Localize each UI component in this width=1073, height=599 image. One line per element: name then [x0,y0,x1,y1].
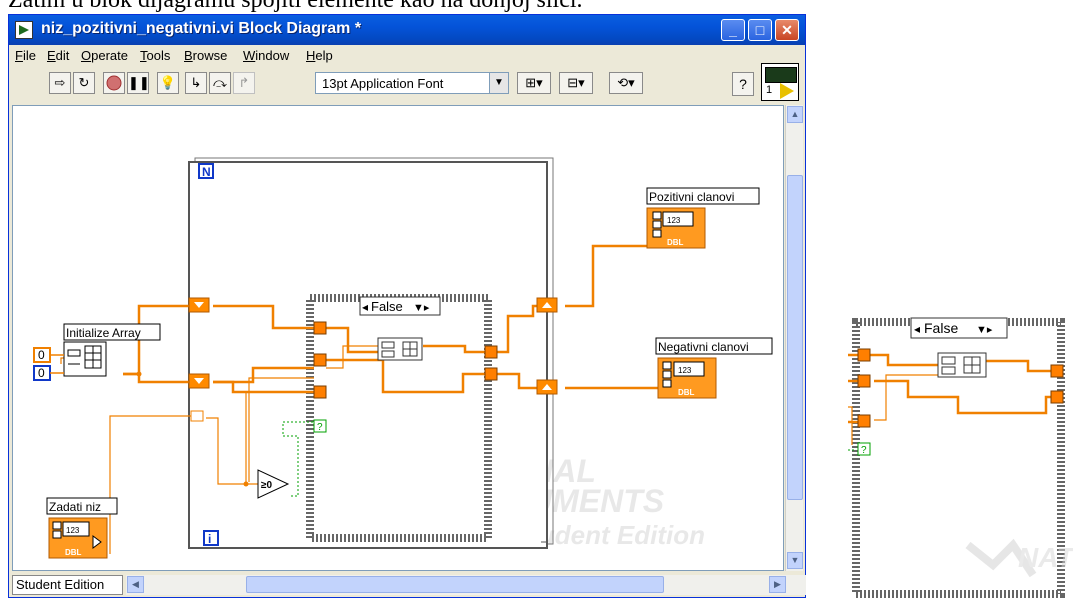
diagram-svg: NATIONAL INSTRUMENTS LabVIEW Student Edi… [33,157,773,559]
svg-text:123: 123 [678,366,692,375]
run-arrow-icon[interactable]: ⇨ [49,72,71,94]
svg-text:0: 0 [38,366,45,380]
svg-text:?: ? [317,422,323,433]
vertical-scroll-thumb[interactable] [787,175,803,500]
toolbar: ⇨ ↻ ❚❚ 💡 ↳ ⤼ ↱ 13pt Application Font ▼ ⊞… [9,67,754,101]
labview-vi-icon[interactable] [15,21,33,39]
vi-connector-icon[interactable]: 1 [761,63,799,101]
case-selector-label: False [371,299,403,314]
svg-text:123: 123 [667,216,681,225]
scroll-right-icon[interactable]: ▶ [769,576,786,593]
build-array-node[interactable] [377,337,423,361]
vertical-scrollbar[interactable]: ▲ ▼ [785,105,803,571]
zadati-niz-control[interactable]: Zadati niz 123 DBL [46,497,118,559]
scroll-up-icon[interactable]: ▲ [787,106,803,123]
step-out-icon[interactable]: ↱ [233,72,255,94]
step-over-icon[interactable]: ⤼ [209,72,231,94]
svg-text:?: ? [861,445,867,456]
size-constant[interactable]: 0 [33,365,51,381]
status-edition-label: Student Edition [12,575,123,595]
indexing-tunnel[interactable] [190,410,204,422]
horizontal-scrollbar[interactable]: ◀ ▶ [126,575,806,595]
svg-text:Pozitivni clanovi: Pozitivni clanovi [649,190,734,204]
scroll-down-icon[interactable]: ▼ [787,552,803,569]
menu-edit[interactable]: Edit [47,48,69,63]
close-button[interactable]: ✕ [775,19,799,41]
pozitivni-clanovi-indicator[interactable]: Pozitivni clanovi 123 DBL [646,187,760,249]
element-constant[interactable]: 0 [33,347,51,363]
align-objects-icon[interactable]: ⊞▾ [517,72,551,94]
maximize-button[interactable]: □ [748,19,772,41]
chevron-down-icon[interactable]: ▼ [489,73,508,93]
context-help-button[interactable]: ? [732,72,754,96]
svg-text:DBL: DBL [678,388,695,397]
svg-text:0: 0 [38,348,45,362]
wire-junction [136,371,142,377]
block-diagram-canvas[interactable]: NATIONAL INSTRUMENTS LabVIEW Student Edi… [12,105,784,571]
side-case-selector-label: False [924,320,958,336]
vi-icon-number: 1 [766,84,773,96]
caption-strip: Zatim u blok dijagramu spojiti elemente … [0,0,1073,14]
svg-text:Zadati niz: Zadati niz [49,500,101,514]
pause-icon[interactable]: ❚❚ [127,72,150,94]
menu-window[interactable]: Window [243,48,289,63]
highlight-execution-icon[interactable]: 💡 [157,72,179,94]
svg-text:≥0: ≥0 [261,480,272,491]
case-dropdown-icon[interactable]: ▼▸ [413,302,430,314]
horizontal-scroll-thumb[interactable] [246,576,664,593]
svg-text:DBL: DBL [667,238,684,247]
svg-text:DBL: DBL [65,548,82,557]
svg-text:▼▸: ▼▸ [976,324,993,336]
svg-text:Negativni clanovi: Negativni clanovi [658,340,749,354]
run-continuously-icon[interactable]: ↻ [73,72,95,94]
distribute-objects-icon[interactable]: ⊟▾ [559,72,593,94]
svg-text:◂: ◂ [914,322,920,336]
side-case-panel: ◂ False ▼▸ ? NATIONAL INSTRUMENTS [848,317,1073,598]
case-structure[interactable] [306,294,492,542]
document-caption: Zatim u blok dijagramu spojiti elemente … [8,0,583,13]
menu-tools[interactable]: Tools [140,48,170,63]
step-into-icon[interactable]: ↳ [185,72,207,94]
minimize-button[interactable]: _ [721,19,745,41]
block-diagram-window: niz_pozitivni_negativni.vi Block Diagram… [8,14,806,598]
menu-file[interactable]: File [15,48,36,63]
initialize-array-label: Initialize Array [66,326,141,340]
vi-icon-arrow [780,83,794,99]
title-bar[interactable]: niz_pozitivni_negativni.vi Block Diagram… [9,15,805,45]
menu-help[interactable]: Help [306,48,333,63]
window-title: niz_pozitivni_negativni.vi Block Diagram… [41,20,362,37]
vi-icon-screen [765,67,797,83]
loop-iteration-label: i [208,532,211,546]
font-selector[interactable]: 13pt Application Font ▼ [315,72,509,94]
menu-bar: File Edit Operate Tools Browse Window He… [9,46,749,66]
svg-text:123: 123 [66,526,80,535]
scroll-left-icon[interactable]: ◀ [127,576,144,593]
side-build-array-node [937,352,987,378]
loop-count-label: N [202,165,211,179]
wire-junction [243,481,249,487]
negativni-clanovi-indicator[interactable]: Negativni clanovi 123 DBL [655,337,773,399]
menu-browse[interactable]: Browse [184,48,227,63]
abort-icon[interactable] [103,72,125,94]
status-bar: Student Edition ◀ ▶ [12,575,806,595]
case-prev-icon[interactable]: ◂ [362,300,368,314]
menu-operate[interactable]: Operate [81,48,128,63]
initialize-array-node[interactable]: Initialize Array [63,323,161,377]
side-watermark-text: NATIONAL INSTRUMENTS [1018,542,1073,573]
reorder-icon[interactable]: ⟲▾ [609,72,643,94]
font-selector-value: 13pt Application Font [322,76,444,91]
